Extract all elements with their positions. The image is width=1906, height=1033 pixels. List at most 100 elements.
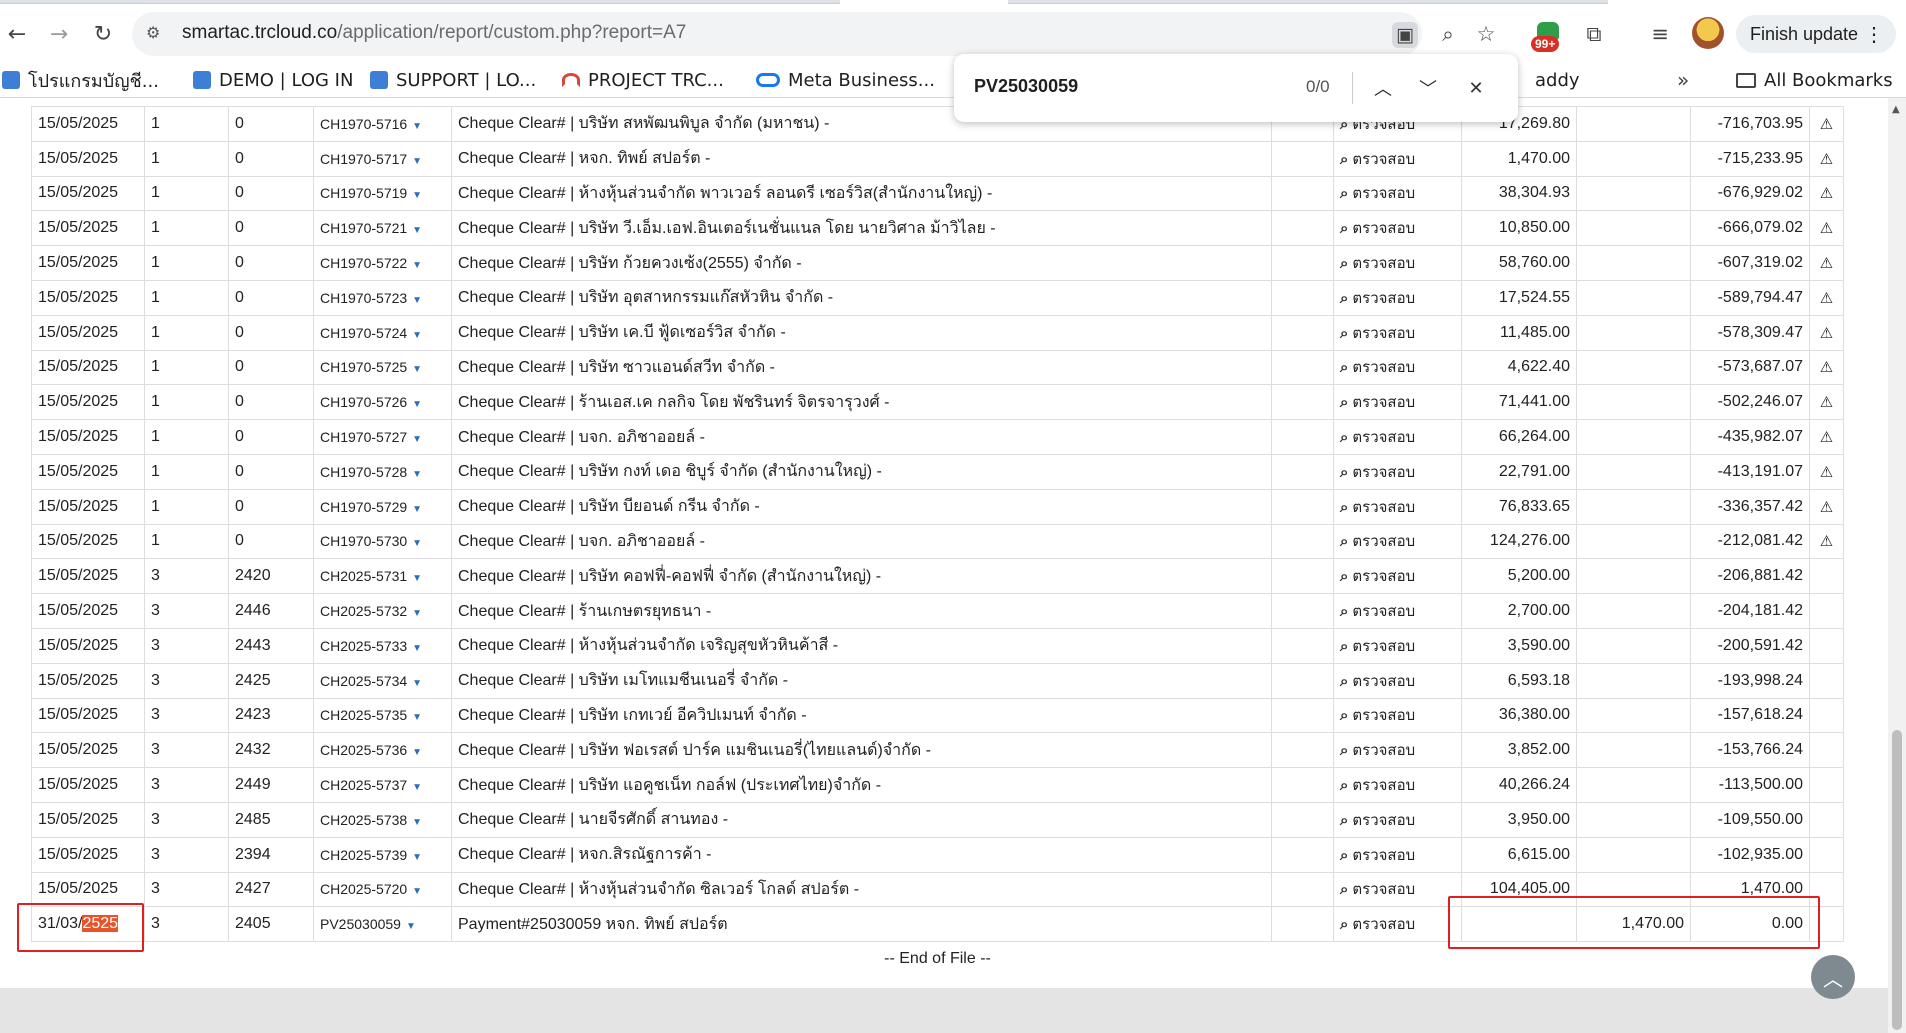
check-link[interactable]: ⌕ ตรวจสอบ (1333, 627, 1462, 664)
document-number[interactable]: CH1970-5730 (320, 533, 407, 549)
check-label[interactable]: ตรวจสอบ (1352, 290, 1415, 307)
check-link[interactable]: ⌕ ตรวจสอบ (1333, 488, 1462, 525)
check-label[interactable]: ตรวจสอบ (1352, 359, 1415, 376)
check-link[interactable]: ⌕ ตรวจสอบ (1333, 558, 1462, 595)
check-link[interactable]: ⌕ ตรวจสอบ (1333, 662, 1462, 699)
document-link[interactable]: CH1970-5716 ▼ (313, 106, 452, 142)
check-link[interactable]: ⌕ ตรวจสอบ (1333, 245, 1462, 281)
document-link[interactable]: CH2025-5733 ▼ (313, 627, 452, 664)
caret-down-icon[interactable]: ▼ (412, 330, 422, 341)
check-link[interactable]: ⌕ ตรวจสอบ (1333, 419, 1462, 455)
document-link[interactable]: CH1970-5717 ▼ (313, 140, 452, 177)
document-number[interactable]: CH2025-5732 (320, 603, 407, 619)
bookmark-item[interactable]: Meta Business... (756, 68, 935, 92)
caret-down-icon[interactable]: ▼ (412, 295, 422, 306)
check-label[interactable]: ตรวจสอบ (1352, 603, 1415, 620)
document-link[interactable]: CH1970-5726 ▼ (313, 384, 452, 421)
check-label[interactable]: ตรวจสอบ (1352, 429, 1415, 446)
caret-down-icon[interactable]: ▼ (412, 504, 422, 515)
document-link[interactable]: CH2025-5738 ▼ (313, 801, 452, 838)
document-number[interactable]: CH1970-5721 (320, 220, 407, 236)
caret-down-icon[interactable]: ▼ (412, 747, 422, 758)
document-link[interactable]: CH1970-5719 ▼ (313, 175, 452, 212)
document-link[interactable]: CH2025-5737 ▼ (313, 767, 452, 803)
document-number[interactable]: CH2025-5738 (320, 812, 407, 828)
check-label[interactable]: ตรวจสอบ (1352, 499, 1415, 516)
document-number[interactable]: CH1970-5723 (320, 290, 407, 306)
menu-dots-icon[interactable]: ⋮ (1864, 22, 1884, 47)
scroll-to-top-button[interactable]: ︿ (1811, 955, 1855, 999)
check-link[interactable]: ⌕ ตรวจสอบ (1333, 697, 1462, 734)
check-link[interactable]: ⌕ ตรวจสอบ (1333, 314, 1462, 351)
document-link[interactable]: CH1970-5722 ▼ (313, 245, 452, 281)
check-label[interactable]: ตรวจสอบ (1352, 394, 1415, 411)
caret-down-icon[interactable]: ▼ (412, 643, 422, 654)
caret-down-icon[interactable]: ▼ (412, 469, 422, 480)
check-label[interactable]: ตรวจสอบ (1352, 464, 1415, 481)
caret-down-icon[interactable]: ▼ (412, 678, 422, 689)
document-number[interactable]: CH2025-5735 (320, 707, 407, 723)
document-number[interactable]: CH1970-5719 (320, 185, 407, 201)
bookmark-item[interactable]: PROJECT TRC... (562, 68, 724, 92)
check-label[interactable]: ตรวจสอบ (1352, 777, 1415, 794)
caret-down-icon[interactable]: ▼ (412, 156, 422, 167)
document-number[interactable]: CH2025-5739 (320, 847, 407, 863)
caret-down-icon[interactable]: ▼ (412, 608, 422, 619)
check-label[interactable]: ตรวจสอบ (1352, 812, 1415, 829)
finish-update-button[interactable]: Finish update ⋮ (1736, 15, 1896, 53)
check-link[interactable]: ⌕ ตรวจสอบ (1333, 836, 1462, 873)
document-number[interactable]: CH2025-5736 (320, 742, 407, 758)
document-number[interactable]: CH1970-5722 (320, 255, 407, 271)
document-link[interactable]: CH1970-5727 ▼ (313, 419, 452, 455)
bookmark-item[interactable]: โปรแกรมบัญชี... (2, 68, 159, 92)
check-label[interactable]: ตรวจสอบ (1352, 533, 1415, 550)
check-label[interactable]: ตรวจสอบ (1352, 881, 1415, 898)
document-number[interactable]: CH2025-5733 (320, 638, 407, 654)
check-label[interactable]: ตรวจสอบ (1352, 151, 1415, 168)
bookmark-item[interactable]: SUPPORT | LO... (370, 68, 536, 92)
check-link[interactable]: ⌕ ตรวจสอบ (1333, 906, 1462, 943)
caret-down-icon[interactable]: ▼ (412, 538, 422, 549)
scroll-up-arrow-icon[interactable]: ▲ (1892, 104, 1900, 115)
check-label[interactable]: ตรวจสอบ (1352, 568, 1415, 585)
find-next-icon[interactable]: ﹀ (1414, 74, 1442, 102)
all-bookmarks[interactable]: All Bookmarks (1736, 68, 1893, 92)
check-link[interactable]: ⌕ ตรวจสอบ (1333, 210, 1462, 247)
check-label[interactable]: ตรวจสอบ (1352, 185, 1415, 202)
back-icon[interactable]: ← (0, 17, 34, 51)
media-control-icon[interactable]: ≡ (1644, 18, 1676, 50)
check-label[interactable]: ตรวจสอบ (1352, 220, 1415, 237)
document-link[interactable]: CH1970-5728 ▼ (313, 453, 452, 490)
document-link[interactable]: CH1970-5725 ▼ (313, 349, 452, 386)
check-link[interactable]: ⌕ ตรวจสอบ (1333, 453, 1462, 490)
document-link[interactable]: CH1970-5729 ▼ (313, 488, 452, 525)
check-label[interactable]: ตรวจสอบ (1352, 707, 1415, 724)
caret-down-icon[interactable]: ▼ (412, 434, 422, 445)
site-info-icon[interactable]: ⚙ (146, 23, 160, 42)
more-bookmarks-icon[interactable]: » (1677, 68, 1689, 92)
document-number[interactable]: CH1970-5725 (320, 359, 407, 375)
caret-down-icon[interactable]: ▼ (412, 782, 422, 793)
caret-down-icon[interactable]: ▼ (412, 364, 422, 375)
document-link[interactable]: CH1970-5730 ▼ (313, 523, 452, 560)
check-link[interactable]: ⌕ ตรวจสอบ (1333, 523, 1462, 560)
document-number[interactable]: CH1970-5716 (320, 116, 407, 132)
check-link[interactable]: ⌕ ตรวจสอบ (1333, 175, 1462, 212)
extensions-puzzle-icon[interactable]: ⧉ (1578, 18, 1610, 50)
address-bar[interactable]: ⚙ smartac.trcloud.co/application/report/… (132, 12, 1422, 56)
bookmark-item[interactable]: DEMO | LOG IN (193, 68, 353, 92)
document-link[interactable]: CH2025-5720 ▼ (313, 871, 452, 908)
scrollbar-thumb[interactable] (1892, 730, 1902, 1030)
document-number[interactable]: CH1970-5717 (320, 151, 407, 167)
check-link[interactable]: ⌕ ตรวจสอบ (1333, 140, 1462, 177)
check-label[interactable]: ตรวจสอบ (1352, 916, 1415, 933)
document-link[interactable]: CH2025-5732 ▼ (313, 593, 452, 629)
find-previous-icon[interactable]: ︿ (1369, 74, 1397, 102)
document-link[interactable]: CH1970-5721 ▼ (313, 210, 452, 247)
caret-down-icon[interactable]: ▼ (412, 190, 422, 201)
caret-down-icon[interactable]: ▼ (412, 573, 422, 584)
check-link[interactable]: ⌕ ตรวจสอบ (1333, 871, 1462, 908)
document-number[interactable]: CH2025-5737 (320, 777, 407, 793)
check-link[interactable]: ⌕ ตรวจสอบ (1333, 279, 1462, 316)
reader-mode-icon[interactable]: ▣ (1392, 22, 1418, 48)
